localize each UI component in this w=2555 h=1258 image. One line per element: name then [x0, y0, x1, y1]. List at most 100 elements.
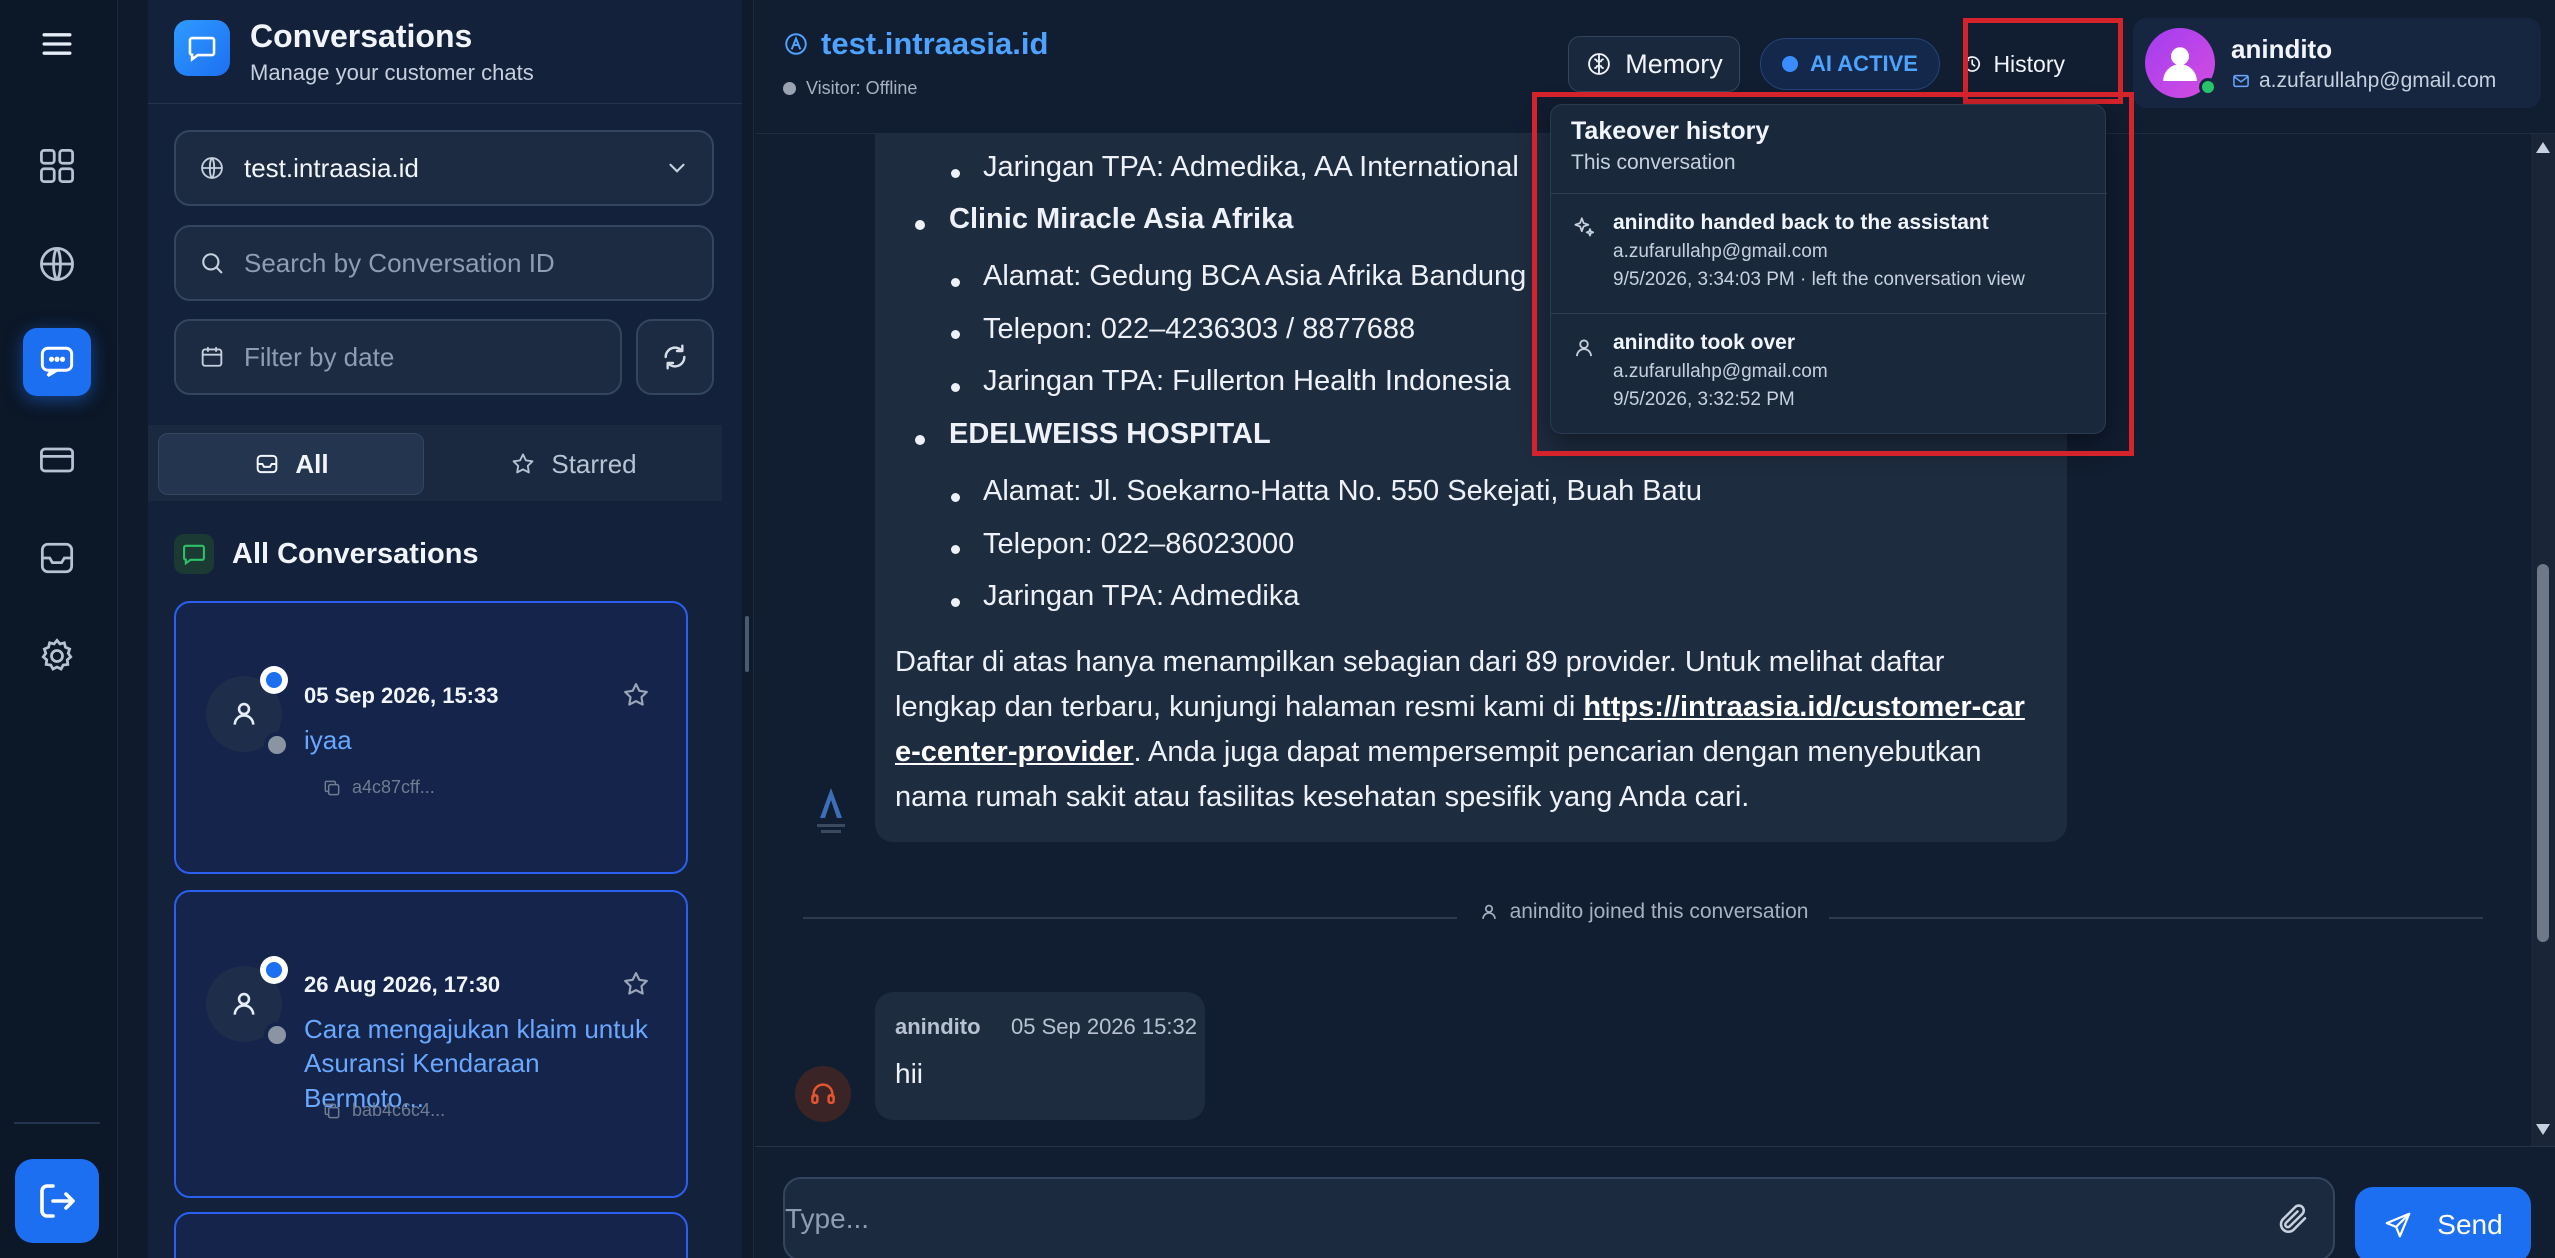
dashboard-icon[interactable] [23, 132, 91, 200]
resize-grip[interactable] [745, 616, 749, 672]
conversation-card[interactable]: 05 Sep 2026, 15:33 iyaa a4c87cff... [174, 601, 688, 874]
offline-indicator [264, 732, 290, 758]
refresh-button[interactable] [636, 319, 714, 395]
ai-status-badge[interactable]: AI ACTIVE [1760, 38, 1940, 90]
icon-rail [0, 0, 118, 1258]
message-text: Alamat: Jl. Soekarno-Hatta No. 550 Sekej… [983, 475, 1702, 507]
history-icon [1964, 56, 1981, 72]
memory-button[interactable]: Memory [1568, 36, 1740, 92]
user-profile[interactable]: anindito a.zufarullahp@gmail.com [2133, 18, 2541, 108]
bullet [951, 330, 960, 339]
tab-all-label: All [295, 448, 329, 479]
visitor-status: Visitor: Offline [783, 78, 917, 99]
conversation-preview: iyaa [304, 725, 352, 755]
page-title: Conversations [250, 18, 473, 54]
star-button[interactable] [620, 968, 652, 1000]
visitor-status-text: Visitor: Offline [806, 78, 918, 98]
chat-site: test.intraasia.id [783, 26, 1048, 62]
inbox-icon[interactable] [23, 524, 91, 592]
site-logo-icon [785, 33, 807, 55]
user-email: a.zufarullahp@gmail.com [2231, 69, 2496, 93]
settings-gear-icon[interactable] [23, 622, 91, 690]
conversation-id-text: bab4c6c4... [352, 1100, 446, 1120]
logout-icon[interactable] [15, 1159, 99, 1243]
panel-resize-handle[interactable] [742, 0, 754, 1258]
message-text: Telepon: 022–86023000 [983, 528, 1295, 560]
send-button[interactable]: Send [2355, 1187, 2531, 1258]
globe-icon [201, 157, 223, 179]
chat-scrollbar[interactable] [2531, 134, 2555, 1146]
copy-icon [324, 1103, 340, 1118]
search-field[interactable] [174, 225, 714, 301]
provider-link[interactable]: e-center-provider [895, 736, 1134, 768]
history-entry-email: a.zufarullahp@gmail.com [1613, 241, 1828, 262]
date-filter-field[interactable] [174, 319, 622, 395]
site-select[interactable]: test.intraasia.id [174, 130, 714, 206]
section-title: All Conversations [174, 534, 479, 574]
memory-label: Memory [1625, 48, 1723, 79]
conversation-card[interactable]: 26 Aug 2026, 17:30 Cara mengajukan klaim… [174, 890, 688, 1198]
history-entry: anindito handed back to the assistant a.… [1551, 193, 2107, 313]
bullet [951, 545, 960, 554]
conversation-id[interactable]: a4c87cff... [322, 777, 435, 798]
conversations-panel: Conversations Manage your customer chats… [148, 0, 890, 1258]
user-name: anindito [2231, 33, 2333, 64]
send-icon [2385, 1212, 2411, 1238]
copy-icon [324, 780, 340, 795]
conversation-id[interactable]: bab4c6c4... [322, 1100, 445, 1121]
history-entry-title: anindito handed back to the assistant [1613, 211, 1989, 234]
star-button[interactable] [620, 679, 652, 711]
mail-icon [2233, 74, 2249, 87]
bullet [951, 169, 960, 178]
star-icon [624, 683, 648, 706]
message-text: Telepon: 022–4236303 / 8877688 [983, 313, 1416, 345]
date-filter-input[interactable] [244, 341, 598, 373]
message-text: hii [895, 1058, 924, 1089]
star-icon [624, 972, 648, 995]
scroll-down-arrow[interactable] [2536, 1124, 2550, 1135]
conversation-date: 05 Sep 2026, 15:33 [304, 683, 499, 708]
provider-link[interactable]: https://intraasia.id/customer-car [1583, 691, 2025, 723]
message-heading: EDELWEISS HOSPITAL [949, 418, 1271, 450]
chat-icon[interactable] [23, 328, 91, 396]
scroll-up-arrow[interactable] [2536, 142, 2550, 153]
chat-icon [174, 534, 214, 574]
chevron-down-icon [669, 163, 685, 173]
online-indicator [2199, 78, 2217, 96]
message-input[interactable] [785, 1203, 2275, 1235]
menu-icon[interactable] [23, 10, 91, 78]
search-input[interactable] [244, 247, 690, 279]
user-icon [2163, 47, 2197, 81]
message-text: Alamat: Gedung BCA Asia Afrika Bandung [983, 260, 1527, 292]
history-entry-time: 9/5/2026, 3:32:52 PM [1613, 389, 1795, 410]
tab-starred[interactable]: Starred [440, 433, 706, 495]
ai-status-label: AI ACTIVE [1810, 51, 1918, 76]
conversation-id-text: a4c87cff... [352, 777, 435, 797]
history-label: History [1993, 50, 2065, 77]
billing-card-icon[interactable] [23, 426, 91, 494]
dropdown-title: Takeover history [1571, 117, 1770, 145]
system-note-text: anindito joined this conversation [1509, 900, 1809, 924]
tab-all[interactable]: All [158, 433, 424, 495]
unread-indicator [260, 666, 288, 694]
conversation-card[interactable] [174, 1212, 688, 1258]
message-field[interactable] [783, 1177, 2335, 1258]
paperclip-icon[interactable] [2275, 1201, 2311, 1237]
rail-divider [14, 1122, 100, 1124]
user-icon [1576, 339, 1592, 357]
scrollbar-thumb[interactable] [2537, 564, 2549, 942]
bullet [951, 383, 960, 392]
message-text: Jaringan TPA: Admedika, AA International [983, 151, 1519, 183]
user-icon [1481, 904, 1496, 919]
dropdown-subtitle: This conversation [1571, 151, 1736, 174]
conversation-date: 26 Aug 2026, 17:30 [304, 972, 501, 997]
headset-icon [811, 1083, 835, 1104]
history-button[interactable]: History [1961, 36, 2065, 92]
message-timestamp: 05 Sep 2026 15:32 [1011, 1014, 1197, 1039]
takeover-history-dropdown: Takeover history This conversation anind… [1550, 104, 2107, 434]
avatar [2145, 28, 2217, 98]
bullet [915, 435, 925, 445]
globe-icon[interactable] [23, 230, 91, 298]
visitor-avatar [206, 956, 290, 1048]
refresh-icon [664, 344, 686, 370]
